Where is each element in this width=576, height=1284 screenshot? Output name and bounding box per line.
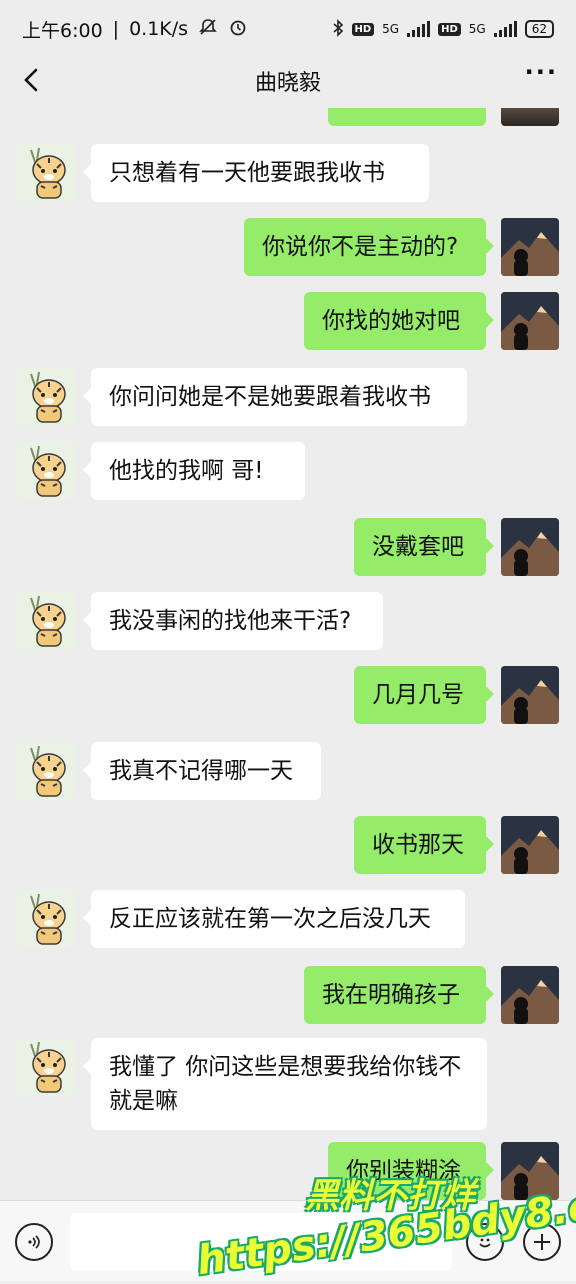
message-bubble[interactable]: 我真不记得哪一天 xyxy=(83,742,321,800)
message-bubble[interactable]: 我在明确孩子 xyxy=(304,966,494,1024)
avatar-self[interactable] xyxy=(501,108,559,126)
avatar-self[interactable] xyxy=(501,966,559,1024)
message-bubble[interactable]: 我没事闲的找他来干活? xyxy=(83,592,383,650)
status-bar: 上午6:00 | 0.1K/s HD 5G HD 5G 62 xyxy=(0,0,576,58)
avatar-self[interactable] xyxy=(501,518,559,576)
plus-icon xyxy=(534,1234,550,1250)
avatar-contact[interactable] xyxy=(17,442,75,500)
avatar-contact[interactable] xyxy=(17,890,75,948)
status-time: 上午6:00 xyxy=(22,19,103,42)
signal-icon xyxy=(493,21,517,37)
message-bubble[interactable]: 只想着有一天他要跟我收书 xyxy=(83,144,429,202)
avatar-self[interactable] xyxy=(501,292,559,350)
avatar-contact[interactable] xyxy=(17,742,75,800)
avatar-self[interactable] xyxy=(501,666,559,724)
chat-header: 曲晓毅 ··· xyxy=(0,58,576,104)
message-bubble[interactable]: 你问问她是不是她要跟着我收书 xyxy=(83,368,467,426)
message-list[interactable]: 只想着有一天他要跟我收书你说你不是主动的? 你找的她对吧你问问她是不是她要跟着我收… xyxy=(0,108,576,1200)
message-bubble[interactable]: 我懂了 你问这些是想要我给你钱不就是嘛 xyxy=(83,1038,487,1130)
chat-title: 曲晓毅 xyxy=(254,71,321,96)
network-speed: 0.1K/s xyxy=(129,18,189,40)
chevron-left-icon xyxy=(24,68,38,92)
input-bar xyxy=(0,1200,576,1281)
alarm-icon xyxy=(228,17,248,42)
voice-button[interactable] xyxy=(15,1223,53,1261)
message-bubble[interactable]: 他找的我啊 哥! xyxy=(83,442,305,500)
message-bubble[interactable]: 反正应该就在第一次之后没几天 xyxy=(83,890,465,948)
avatar-contact[interactable] xyxy=(17,368,75,426)
status-right: HD 5G HD 5G 62 xyxy=(332,18,554,40)
back-button[interactable] xyxy=(14,60,54,100)
message-bubble[interactable]: 收书那天 xyxy=(354,816,494,874)
more-button[interactable]: ··· xyxy=(525,58,558,86)
network-type: 5G xyxy=(382,22,400,36)
message-bubble[interactable]: 你找的她对吧 xyxy=(304,292,494,350)
avatar-contact[interactable] xyxy=(17,1038,75,1096)
network-type: 5G xyxy=(468,22,486,36)
battery-icon: 62 xyxy=(524,20,554,38)
avatar-self[interactable] xyxy=(501,1142,559,1200)
message-bubble[interactable]: 你别装糊涂 xyxy=(328,1142,494,1200)
bluetooth-icon xyxy=(332,18,344,40)
plus-button[interactable] xyxy=(523,1223,561,1261)
mute-icon xyxy=(198,17,218,42)
avatar-contact[interactable] xyxy=(17,144,75,202)
message-bubble[interactable]: 几月几号 xyxy=(354,666,494,724)
emoji-icon xyxy=(479,1238,491,1248)
status-divider: | xyxy=(112,18,120,40)
avatar-contact[interactable] xyxy=(17,592,75,650)
hd-badge: HD xyxy=(351,22,375,36)
voice-icon xyxy=(28,1235,40,1249)
status-left: 上午6:00 | 0.1K/s xyxy=(22,16,248,43)
message-bubble-partial xyxy=(328,108,486,126)
signal-icon xyxy=(407,21,431,37)
message-bubble[interactable]: 没戴套吧 xyxy=(354,518,494,576)
more-dots-icon: ··· xyxy=(524,58,558,86)
message-input[interactable] xyxy=(70,1213,452,1271)
message-bubble[interactable]: 你说你不是主动的? xyxy=(244,218,494,276)
hd-badge: HD xyxy=(438,22,461,36)
emoji-button[interactable] xyxy=(466,1223,504,1261)
avatar-self[interactable] xyxy=(501,816,559,874)
avatar-self[interactable] xyxy=(501,218,559,276)
